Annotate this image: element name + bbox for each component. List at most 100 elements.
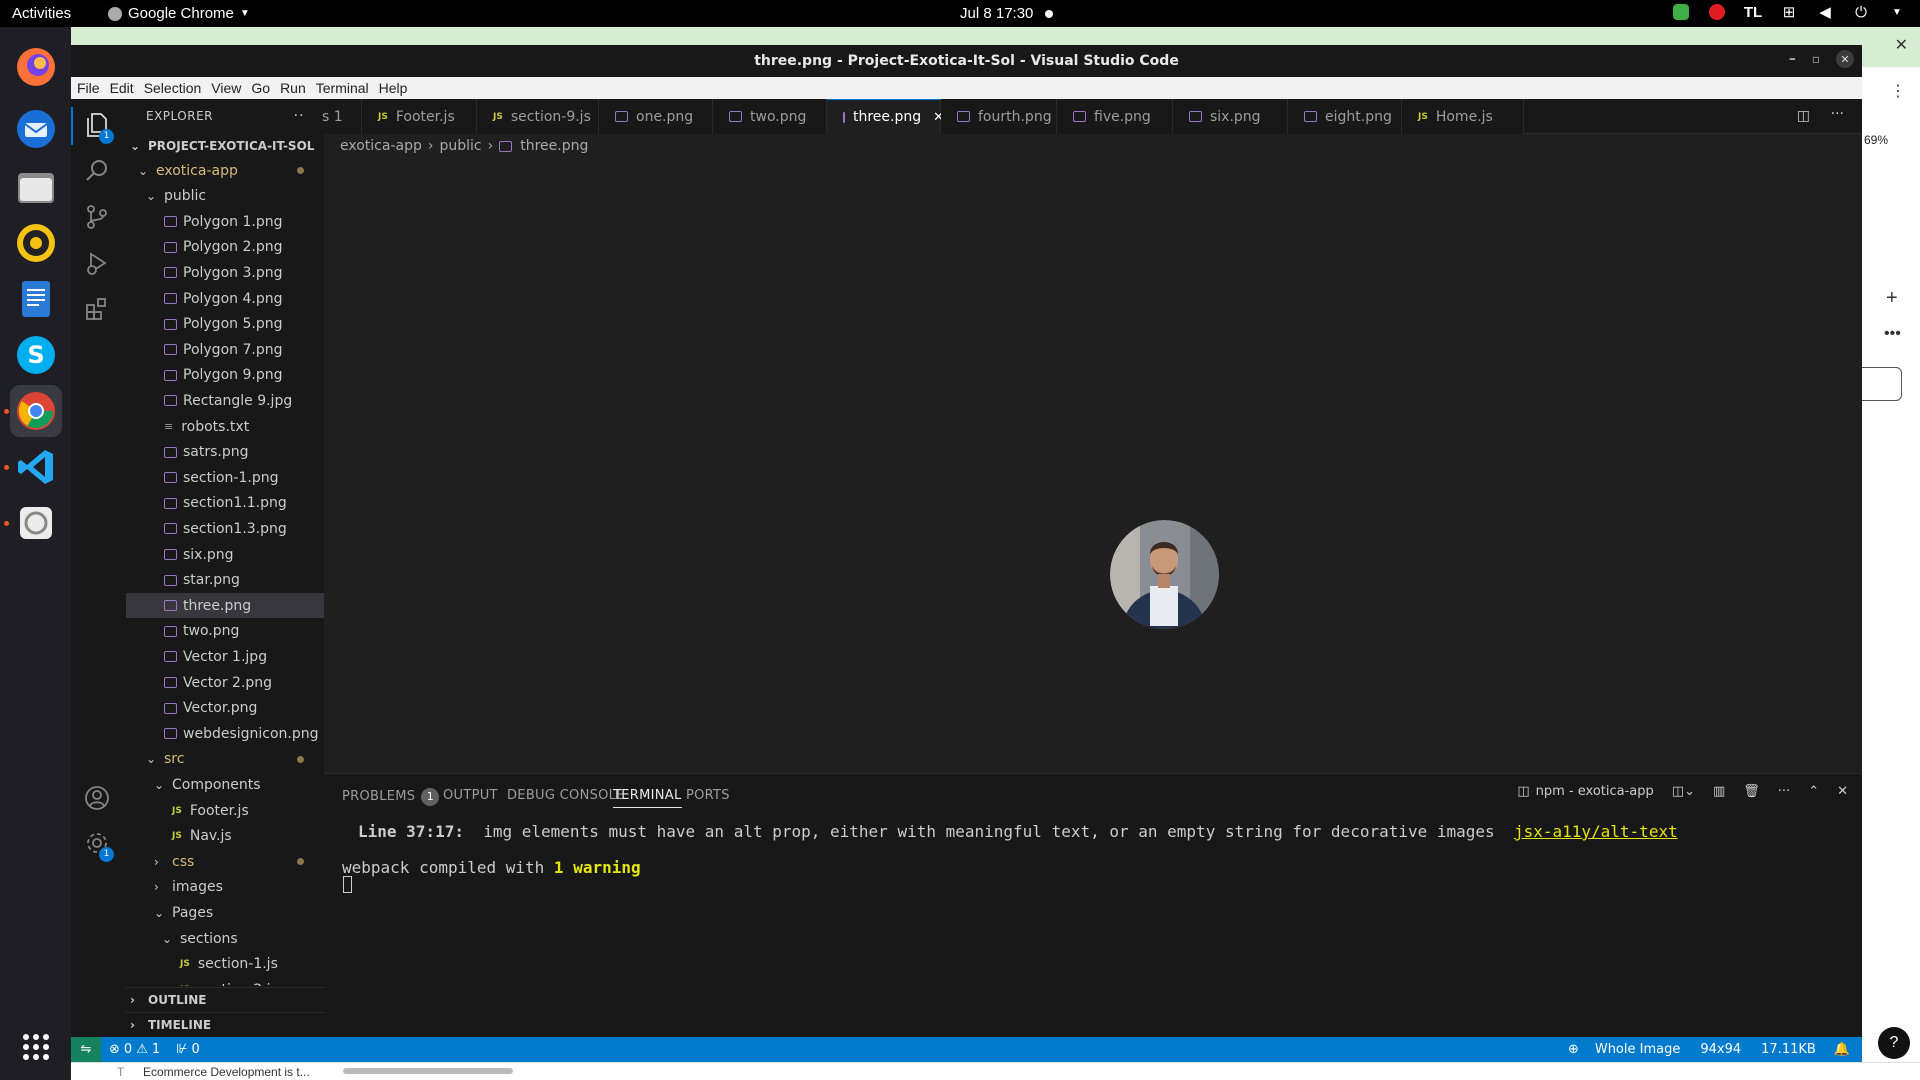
tree-item[interactable]: › images: [126, 875, 324, 900]
tree-item[interactable]: star.png: [126, 568, 324, 593]
tree-item[interactable]: Polygon 1.png: [126, 209, 324, 234]
editor-tab[interactable]: fourth.png: [941, 99, 1057, 134]
activities-button[interactable]: Activities: [12, 5, 71, 22]
tree-item[interactable]: JS section-2.js: [126, 977, 324, 986]
close-icon[interactable]: ✕: [1836, 50, 1854, 68]
tree-item[interactable]: Polygon 3.png: [126, 260, 324, 285]
trash-icon[interactable]: 🗑: [1743, 784, 1760, 799]
breadcrumb-item[interactable]: three.png: [520, 138, 588, 154]
maximize-icon[interactable]: ▫: [1812, 52, 1820, 66]
vscode-icon[interactable]: [10, 441, 62, 493]
terminal-cursor[interactable]: [343, 876, 352, 893]
volume-icon[interactable]: ◀: [1816, 3, 1834, 21]
system-tray[interactable]: TL ⊞ ◀ ⏻ ▼: [1672, 3, 1906, 21]
panel-tab-debug-console[interactable]: DEBUG CONSOLE: [507, 788, 625, 803]
tree-item[interactable]: ≡ robots.txt: [126, 414, 324, 439]
notifications-bell-icon[interactable]: 🔔: [1834, 1042, 1850, 1057]
more-actions-icon[interactable]: ···: [1831, 106, 1844, 122]
split-editor-icon[interactable]: ◫: [1797, 108, 1810, 124]
tree-item[interactable]: section-1.png: [126, 465, 324, 490]
tree-item[interactable]: Polygon 5.png: [126, 312, 324, 337]
panel-tab-ports[interactable]: PORTS: [686, 788, 730, 803]
tree-item[interactable]: JS Nav.js: [126, 824, 324, 849]
tree-item[interactable]: Vector.png: [126, 696, 324, 721]
tree-item[interactable]: six.png: [126, 542, 324, 567]
power-icon[interactable]: ⏻: [1852, 3, 1870, 21]
show-apps-icon[interactable]: [10, 1021, 62, 1073]
clock[interactable]: Jul 8 17:30: [960, 5, 1033, 22]
panel-tab-output[interactable]: OUTPUT: [443, 788, 498, 803]
tree-item[interactable]: Polygon 9.png: [126, 363, 324, 388]
remote-icon[interactable]: ⇋: [71, 1037, 101, 1062]
network-icon[interactable]: ⊞: [1780, 3, 1798, 21]
chrome-input-box[interactable]: [1862, 367, 1902, 401]
tree-item[interactable]: two.png: [126, 619, 324, 644]
menu-edit[interactable]: Edit: [110, 80, 134, 96]
tree-item[interactable]: Vector 2.png: [126, 670, 324, 695]
tree-item[interactable]: ⌄ Components: [126, 772, 324, 797]
software-updater-icon[interactable]: [10, 497, 62, 549]
close-panel-icon[interactable]: ✕: [1837, 784, 1848, 799]
source-control-icon[interactable]: [83, 203, 113, 233]
preview-mode[interactable]: Whole Image: [1595, 1042, 1681, 1057]
editor-tab[interactable]: one.png: [599, 99, 713, 134]
search-icon[interactable]: [83, 157, 113, 187]
outline-section[interactable]: › OUTLINE: [126, 987, 324, 1012]
editor-tab[interactable]: JS Footer.js: [362, 99, 477, 134]
menu-selection[interactable]: Selection: [144, 80, 202, 96]
do-not-disturb-icon[interactable]: [1708, 3, 1726, 21]
update-icon[interactable]: [1672, 3, 1690, 21]
tree-item[interactable]: three.png: [126, 593, 324, 619]
minimize-icon[interactable]: –: [1789, 51, 1796, 67]
accounts-icon[interactable]: [83, 784, 113, 814]
add-icon[interactable]: +: [1886, 287, 1898, 310]
chevron-up-icon[interactable]: ⌃: [1808, 784, 1819, 799]
tree-item[interactable]: webdesignicon.png: [126, 721, 324, 746]
tree-item[interactable]: Rectangle 9.jpg: [126, 388, 324, 413]
editor-tab[interactable]: JS Home.js: [1402, 99, 1524, 134]
tree-item[interactable]: ⌄ Pages: [126, 900, 324, 925]
zoom-icon[interactable]: ⊕: [1568, 1042, 1579, 1057]
tree-item[interactable]: Polygon 7.png: [126, 337, 324, 362]
ports-status[interactable]: ⊮ 0: [176, 1042, 200, 1057]
app-menu[interactable]: Google Chrome ▼: [108, 5, 250, 22]
preview-image[interactable]: [1110, 520, 1219, 629]
run-debug-icon[interactable]: [83, 249, 113, 279]
problems-status[interactable]: ⊗ 0 ⚠ 1: [109, 1042, 160, 1057]
menu-terminal[interactable]: Terminal: [316, 80, 369, 96]
menu-go[interactable]: Go: [251, 80, 270, 96]
editor-tab[interactable]: two.png: [713, 99, 827, 134]
tree-item[interactable]: › css: [126, 849, 324, 874]
settings-gear-icon[interactable]: 1: [83, 829, 114, 862]
editor-tab[interactable]: three.png ✕: [827, 99, 944, 134]
editor-tab[interactable]: six.png: [1173, 99, 1288, 134]
chrome-icon[interactable]: [10, 385, 62, 437]
chrome-zoom-label[interactable]: 69%: [1864, 133, 1888, 147]
timeline-section[interactable]: › TIMELINE: [126, 1012, 324, 1037]
menu-run[interactable]: Run: [280, 80, 306, 96]
extensions-icon[interactable]: [83, 295, 113, 325]
chrome-bottom-tab-title[interactable]: Ecommerce Development is t...: [143, 1065, 310, 1079]
menu-view[interactable]: View: [211, 80, 241, 96]
tree-item[interactable]: ⌄ src: [126, 747, 324, 772]
tree-item[interactable]: section1.1.png: [126, 491, 324, 516]
tree-item[interactable]: section1.3.png: [126, 516, 324, 541]
tree-item[interactable]: satrs.png: [126, 440, 324, 465]
tree-item[interactable]: Vector 1.jpg: [126, 644, 324, 669]
caret-down-icon[interactable]: ▼: [1888, 3, 1906, 21]
warning-rule-link[interactable]: jsx-a11y/alt-text: [1514, 822, 1678, 841]
rhythmbox-icon[interactable]: [10, 217, 62, 269]
new-terminal-split-icon[interactable]: ◫⌄: [1672, 784, 1695, 799]
split-terminal-icon[interactable]: ▥: [1713, 784, 1725, 799]
tree-item[interactable]: ⌄ sections: [126, 926, 324, 951]
breadcrumb-item[interactable]: public: [439, 138, 481, 154]
more-icon[interactable]: •••: [1884, 325, 1901, 343]
tree-item[interactable]: Polygon 2.png: [126, 235, 324, 260]
chrome-close-icon[interactable]: ✕: [1895, 35, 1908, 55]
files-icon[interactable]: [10, 161, 62, 213]
tree-item[interactable]: ⌄ public: [126, 184, 324, 209]
panel-tab-problems[interactable]: PROBLEMS 1: [342, 788, 440, 806]
tree-item[interactable]: Polygon 4.png: [126, 286, 324, 311]
firefox-icon[interactable]: [10, 41, 62, 93]
explorer-icon[interactable]: 1: [83, 111, 114, 144]
